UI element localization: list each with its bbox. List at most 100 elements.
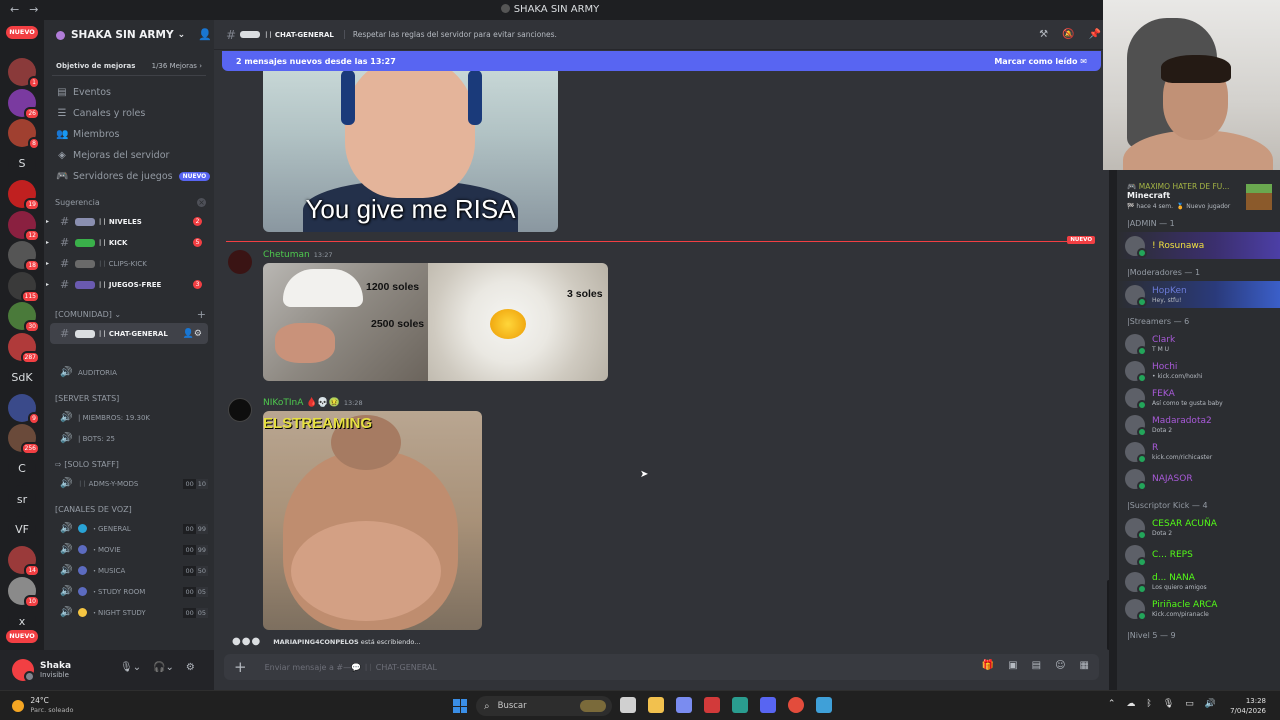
- discord-icon[interactable]: [760, 697, 776, 713]
- threads-icon[interactable]: ⚒: [1039, 29, 1048, 40]
- mark-read-button[interactable]: Marcar como leído ✉: [994, 57, 1087, 66]
- nuevo-pill[interactable]: NUEVO: [6, 26, 38, 39]
- boost-goal[interactable]: Objetivo de mejoras 1/36 Mejoras ›: [52, 56, 206, 76]
- member-item[interactable]: C... REPS: [1117, 541, 1280, 568]
- message-gif[interactable]: ELSTREAMING: [263, 411, 482, 630]
- member-item[interactable]: d... NANA Los quiero amigos: [1117, 568, 1280, 595]
- add-channel-icon[interactable]: +: [197, 308, 206, 321]
- mic-icon[interactable]: 🎙: [1163, 699, 1174, 709]
- voice-channel-night-study[interactable]: 🔊 ・NIGHT STUDY 00 05: [50, 602, 208, 623]
- channel-chat-general[interactable]: # ᛁᛁ CHAT-GENERAL 👤⚙: [50, 323, 208, 344]
- server-icon[interactable]: sr: [8, 485, 36, 513]
- bluetooth-icon[interactable]: ᛒ: [1146, 699, 1151, 709]
- message-author[interactable]: Chetuman 13:27: [263, 250, 332, 260]
- clock[interactable]: 13:28 7/04/2026: [1230, 696, 1266, 716]
- stat-channel[interactable]: 🔊 | MIEMBROS: 19.30k: [50, 407, 208, 428]
- stat-channel[interactable]: 🔊 | BOTS: 25: [50, 428, 208, 449]
- message-author[interactable]: NIKoTInA 🩸💀🤢 13:28: [263, 398, 363, 408]
- channel-auditoria[interactable]: 🔊 AUDITORIA: [50, 362, 208, 383]
- network-icon[interactable]: ▭: [1185, 699, 1194, 709]
- windows-start-icon[interactable]: [453, 699, 467, 713]
- sidebar-item-servidores-de-juegos[interactable]: 🎮 Servidores de juegos NUEVO: [44, 166, 214, 187]
- channel-clips-kick[interactable]: ▸ # ᛁᛁ CLIPS-KICK: [46, 253, 208, 274]
- server-icon[interactable]: 1: [8, 58, 40, 89]
- headphones-icon[interactable]: 🎧⌄: [153, 662, 174, 673]
- member-item[interactable]: FEKA Así como te gusta baby: [1117, 384, 1280, 411]
- composer-placeholder[interactable]: Enviar mensaje a #—💬 ᛁᛁ CHAT-GENERAL: [265, 663, 437, 672]
- solo-staff-category[interactable]: ⇨ [SOLO STAFF]: [44, 455, 214, 473]
- community-category[interactable]: [COMUNIDAD] ⌄ +: [44, 305, 214, 323]
- file-explorer-icon[interactable]: [648, 697, 664, 713]
- volume-icon[interactable]: 🔊: [1205, 699, 1216, 709]
- mute-bell-icon[interactable]: 🔕: [1062, 29, 1074, 40]
- server-icon[interactable]: 287: [8, 332, 40, 364]
- member-item[interactable]: Madaradota2 Dota 2: [1117, 411, 1280, 438]
- server-icon[interactable]: VF: [8, 515, 36, 544]
- server-icon[interactable]: 9: [8, 393, 40, 425]
- member-item[interactable]: HopKen Hey, stfu!: [1117, 281, 1280, 308]
- server-icon[interactable]: 12: [8, 210, 40, 242]
- server-icon[interactable]: 30: [8, 302, 40, 333]
- member-item[interactable]: ! Rosunawa: [1117, 232, 1280, 259]
- voice-category[interactable]: [CANALES DE VOZ]: [44, 500, 214, 518]
- voice-channel-adms[interactable]: 🔊 ᛁᛁ ADMS-Y-MODS 00 10: [50, 473, 208, 494]
- voice-channel-musica[interactable]: 🔊 ・MUSICA 00 50: [50, 560, 208, 581]
- channel-juegos-free[interactable]: ▸ # ᛁᛁ JUEGOS-FREE 3: [46, 274, 208, 295]
- message-composer[interactable]: + Enviar mensaje a #—💬 ᛁᛁ CHAT-GENERAL 🎁…: [224, 654, 1099, 680]
- server-icon[interactable]: 26: [8, 88, 40, 120]
- server-icon[interactable]: 19: [8, 180, 40, 211]
- edge-icon[interactable]: [732, 697, 748, 713]
- taskbar-search[interactable]: ⌕ Buscar: [476, 696, 612, 716]
- voice-channel-general[interactable]: 🔊 ・GENERAL 00 99: [50, 518, 208, 539]
- member-item[interactable]: CESAR ACUÑA Dota 2: [1117, 514, 1280, 541]
- scrollbar[interactable]: [1107, 580, 1109, 650]
- channel-settings-icon[interactable]: 👤⚙: [183, 329, 202, 339]
- channel-niveles[interactable]: ▸ # ᛁᛁ NIVELES 2: [46, 211, 208, 232]
- avatar[interactable]: [228, 398, 252, 422]
- app-icon[interactable]: [704, 697, 720, 713]
- avatar[interactable]: [228, 250, 252, 274]
- server-icon[interactable]: 14: [8, 546, 40, 577]
- copilot-icon[interactable]: [676, 697, 692, 713]
- server-icon[interactable]: 256: [8, 424, 40, 455]
- sidebar-item-miembros[interactable]: 👥 Miembros: [44, 124, 214, 145]
- server-icon[interactable]: SdK: [8, 363, 36, 391]
- weather-widget[interactable]: 24°C Parc. soleado: [12, 696, 74, 715]
- invite-icon[interactable]: 👤: [198, 28, 212, 41]
- avatar[interactable]: [12, 659, 35, 682]
- message-image-soles[interactable]: 1200 soles 2500 soles 3 soles: [263, 263, 608, 381]
- member-item[interactable]: NAJASOR: [1117, 465, 1280, 492]
- chevron-up-icon[interactable]: ⌃: [1108, 699, 1116, 709]
- nuevo-pill[interactable]: NUEVO: [6, 630, 38, 643]
- task-view-icon[interactable]: [620, 697, 636, 713]
- sidebar-item-canales-y-roles[interactable]: ☰ Canales y roles: [44, 103, 214, 124]
- microphone-icon[interactable]: 🎙⌄: [120, 662, 141, 673]
- voice-channel-movie[interactable]: 🔊 ・MOVIE 00 99: [50, 539, 208, 560]
- gift-icon[interactable]: 🎁: [982, 660, 994, 671]
- gif-icon[interactable]: ▣: [1008, 660, 1017, 671]
- pin-icon[interactable]: 📌: [1089, 29, 1101, 40]
- sidebar-item-mejoras-del-servidor[interactable]: ◈ Mejoras del servidor: [44, 145, 214, 166]
- server-icon[interactable]: 10: [8, 576, 40, 608]
- add-attachment-icon[interactable]: +: [234, 658, 247, 676]
- apps-icon[interactable]: ▦: [1080, 660, 1089, 671]
- member-item[interactable]: Hochi • kick.com/hoxhi: [1117, 357, 1280, 384]
- guild-header[interactable]: SHAKA SIN ARMY ⌄ 👤: [44, 20, 214, 50]
- member-item[interactable]: Piriñacle ARCA Kick.com/piranacle: [1117, 595, 1280, 622]
- notepad-icon[interactable]: [816, 697, 832, 713]
- close-icon[interactable]: ×: [197, 197, 206, 207]
- sticker-icon[interactable]: ▤: [1032, 660, 1041, 671]
- member-item[interactable]: Rkick.com/richicaster: [1117, 438, 1280, 465]
- server-icon[interactable]: 18: [8, 241, 40, 272]
- member-item[interactable]: Clark T M U: [1117, 330, 1280, 357]
- server-stats-category[interactable]: [SERVER STATS]: [44, 389, 214, 407]
- gear-icon[interactable]: ⚙: [186, 662, 195, 673]
- server-icon[interactable]: 115: [8, 271, 40, 303]
- cloud-icon[interactable]: ☁: [1126, 699, 1135, 709]
- emoji-icon[interactable]: ☺: [1055, 660, 1065, 671]
- server-icon[interactable]: 8: [8, 119, 40, 150]
- chrome-icon[interactable]: [788, 697, 804, 713]
- server-icon[interactable]: C: [8, 454, 36, 483]
- meme-image[interactable]: You give me RISA: [263, 70, 558, 232]
- channel-kick[interactable]: ▸ # ᛁᛁ KICK 5: [46, 232, 208, 253]
